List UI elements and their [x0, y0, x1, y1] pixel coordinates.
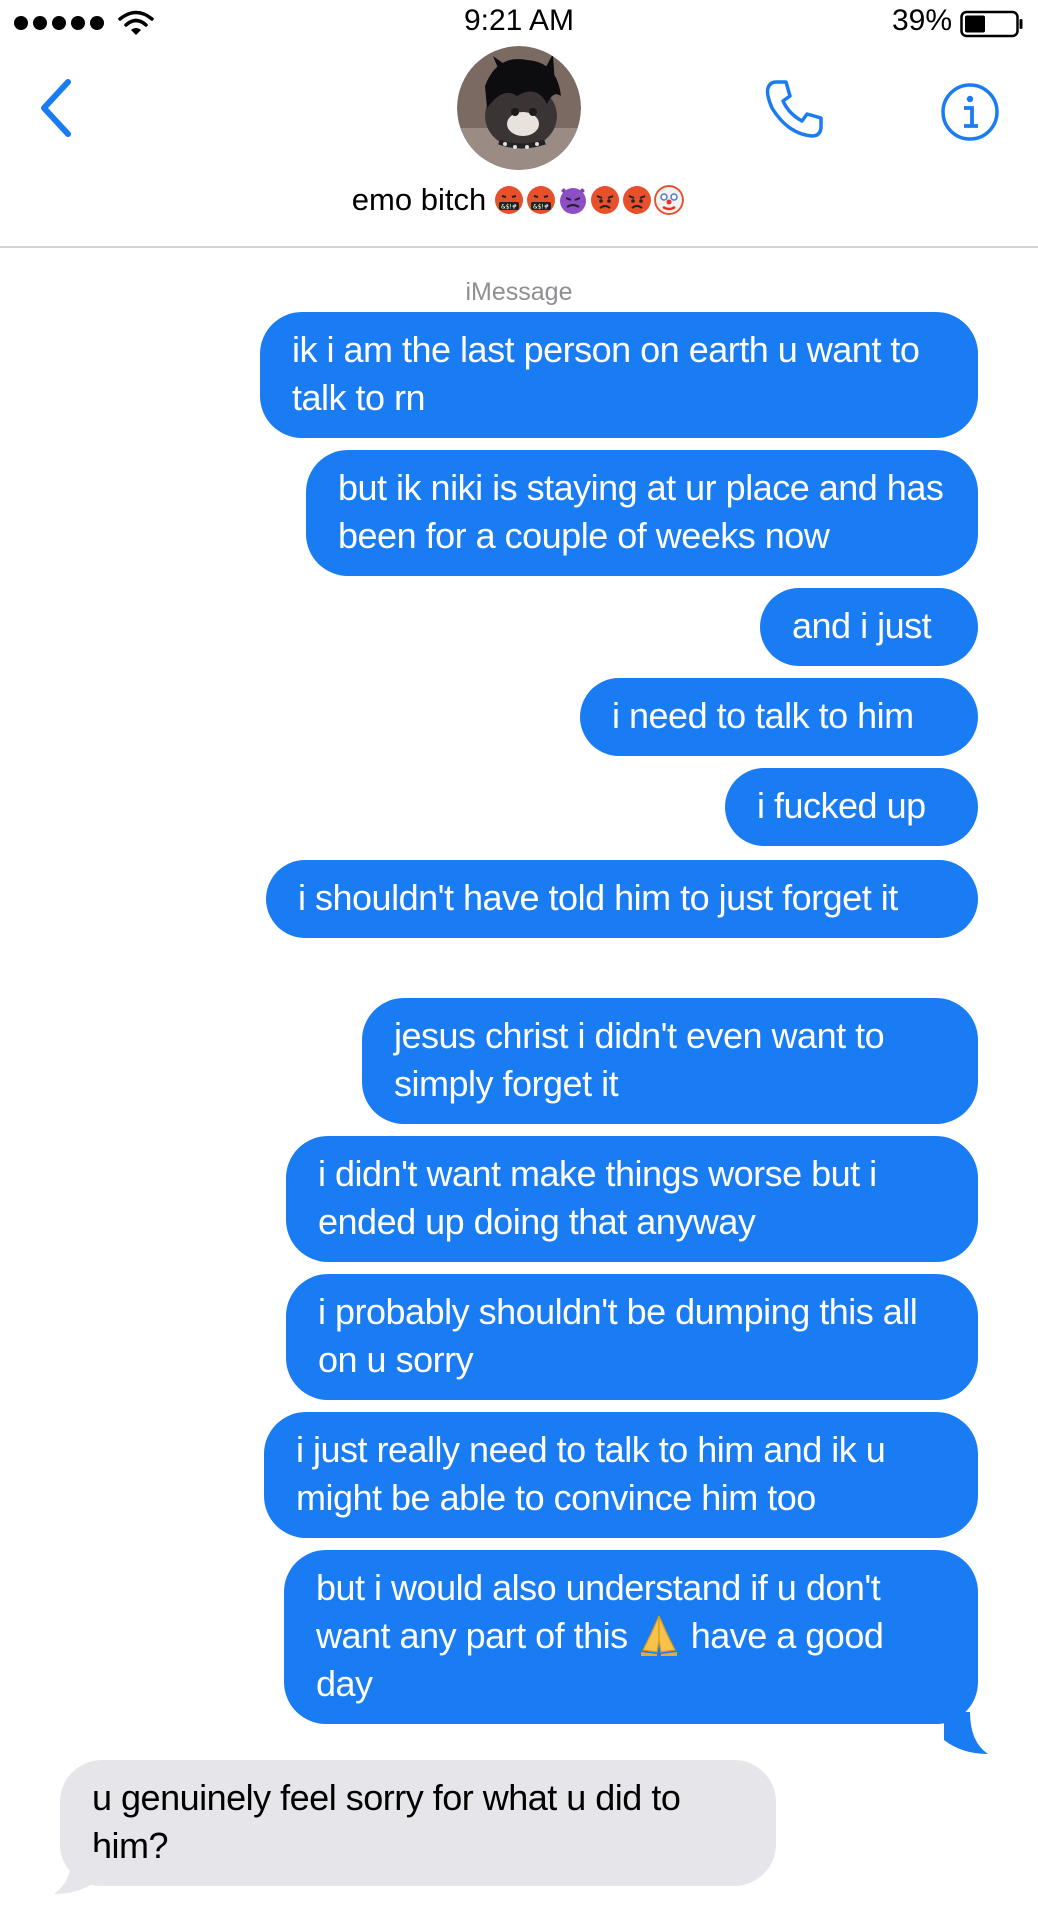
folded-hands-icon [641, 1615, 678, 1656]
message-text: i just really need to talk to him and ik… [296, 1429, 886, 1518]
message-text: but ik niki is staying at ur place and h… [338, 467, 944, 556]
contact-name-row[interactable]: emo bitch &$!# &$!# [0, 182, 1038, 218]
message-bubble-sent[interactable]: i need to talk to him [580, 678, 978, 756]
phone-icon[interactable] [762, 76, 828, 142]
message-bubble-sent[interactable]: i shouldn't have told him to just forget… [266, 860, 978, 938]
message-bubble-sent[interactable]: but ik niki is staying at ur place and h… [306, 450, 978, 576]
battery-percent: 39% [891, 4, 952, 37]
message-bubble-sent[interactable]: i didn't want make things worse but i en… [286, 1136, 978, 1262]
chevron-left-icon[interactable] [36, 76, 76, 140]
angry-face-icon [591, 186, 620, 214]
avatar[interactable] [457, 46, 581, 170]
svg-text:&$!#: &$!# [533, 204, 549, 211]
message-text: and i just [792, 605, 932, 646]
message-bubble-sent[interactable]: i probably shouldn't be dumping this all… [286, 1274, 978, 1400]
message-text: i probably shouldn't be dumping this all… [318, 1291, 918, 1380]
status-bar: 9:21 AM 39% [0, 0, 1038, 46]
clown-face-icon [654, 185, 685, 215]
battery-icon [960, 10, 1023, 38]
message-text: u genuinely feel sorry for what u did to… [92, 1777, 681, 1866]
message-bubble-sent[interactable]: and i just [760, 588, 978, 666]
cursing-face-icon: &$!# [527, 186, 556, 214]
message-text: jesus christ i didn't even want to simpl… [394, 1015, 885, 1104]
cursing-face-icon: &$!# [495, 186, 524, 214]
message-bubble-sent[interactable]: i just really need to talk to him and ik… [264, 1412, 978, 1538]
angry-devil-icon [559, 186, 588, 214]
conversation-header: emo bitch &$!# &$!# [0, 46, 1038, 248]
message-bubble-sent[interactable]: jesus christ i didn't even want to simpl… [362, 998, 978, 1124]
message-text: ik i am the last person on earth u want … [292, 329, 920, 418]
status-time: 9:21 AM [463, 4, 575, 37]
service-label: iMessage [465, 278, 573, 306]
angry-face-icon [623, 186, 652, 214]
message-bubble-sent[interactable]: i fucked up [725, 768, 978, 846]
message-bubble-received[interactable]: u genuinely feel sorry for what u did to… [60, 1760, 776, 1886]
message-text: i shouldn't have told him to just forget… [298, 877, 898, 918]
message-text: i didn't want make things worse but i en… [318, 1153, 877, 1242]
message-bubble-sent[interactable]: but i would also understand if u don't w… [284, 1550, 978, 1724]
bubble-tail-sent [944, 1712, 988, 1754]
message-text: i fucked up [757, 785, 926, 826]
svg-text:&$!#: &$!# [501, 204, 517, 211]
info-icon[interactable] [940, 82, 1000, 142]
message-text: i need to talk to him [612, 695, 914, 736]
bubble-tail-received [54, 1852, 98, 1894]
contact-name: emo bitch [351, 182, 487, 217]
message-bubble-sent[interactable]: ik i am the last person on earth u want … [260, 312, 978, 438]
